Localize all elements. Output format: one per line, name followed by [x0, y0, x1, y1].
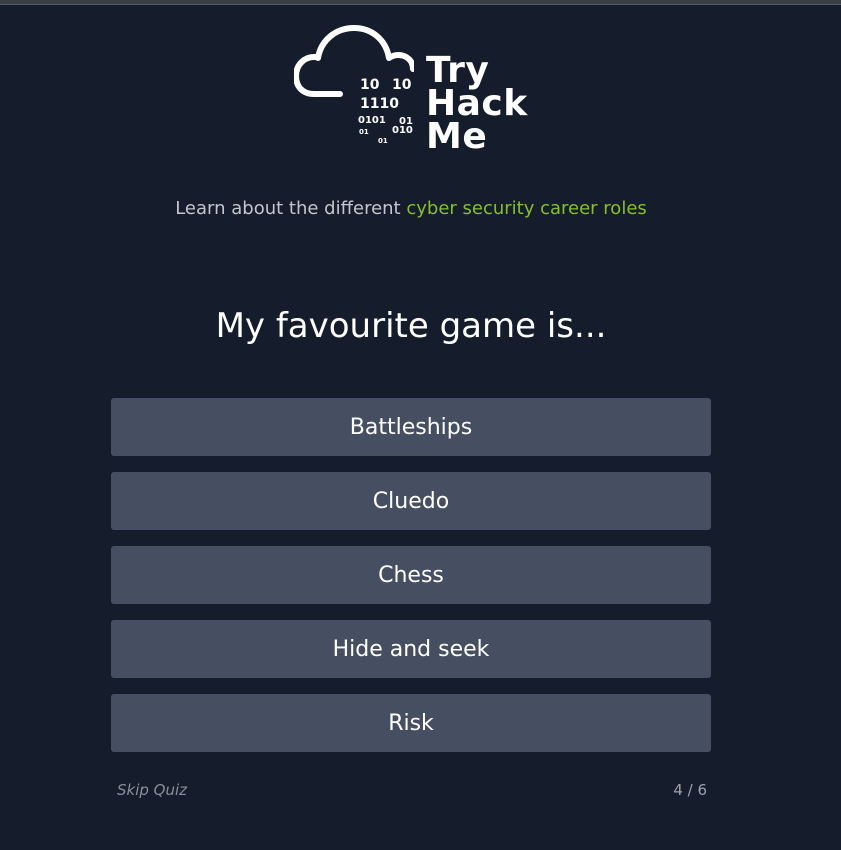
answer-button-chess[interactable]: Chess [111, 546, 711, 604]
skip-quiz-link[interactable]: Skip Quiz [117, 781, 187, 799]
answer-button-battleships[interactable]: Battleships [111, 398, 711, 456]
question-title: My favourite game is... [215, 306, 607, 346]
logo-binary-text: 0101 [358, 115, 386, 126]
logo-wordmark: Try Hack Me [426, 53, 528, 157]
answer-button-risk[interactable]: Risk [111, 694, 711, 752]
career-roles-link[interactable]: cyber security career roles [406, 198, 646, 219]
browser-top-strip [0, 0, 841, 5]
tagline: Learn about the different cyber security… [0, 198, 822, 219]
answer-button-cluedo[interactable]: Cluedo [111, 472, 711, 530]
tryhackme-logo[interactable]: 10 10 1110 0101 01 01 010 01 Try Hack Me [294, 24, 530, 160]
logo-binary-text: 10 [360, 77, 380, 93]
logo-word-me: Me [426, 116, 488, 157]
quiz-progress: 4 / 6 [673, 781, 707, 799]
tagline-text: Learn about the different [175, 198, 407, 219]
logo-binary-text: 01 [378, 137, 388, 145]
logo-binary-text: 01 [359, 128, 369, 136]
answer-button-hide-and-seek[interactable]: Hide and seek [111, 620, 711, 678]
answer-list: Battleships Cluedo Chess Hide and seek R… [111, 398, 711, 768]
logo-binary-text: 010 [392, 125, 413, 136]
logo-binary-text: 10 [392, 77, 412, 93]
logo-binary-text: 1110 [360, 96, 399, 112]
